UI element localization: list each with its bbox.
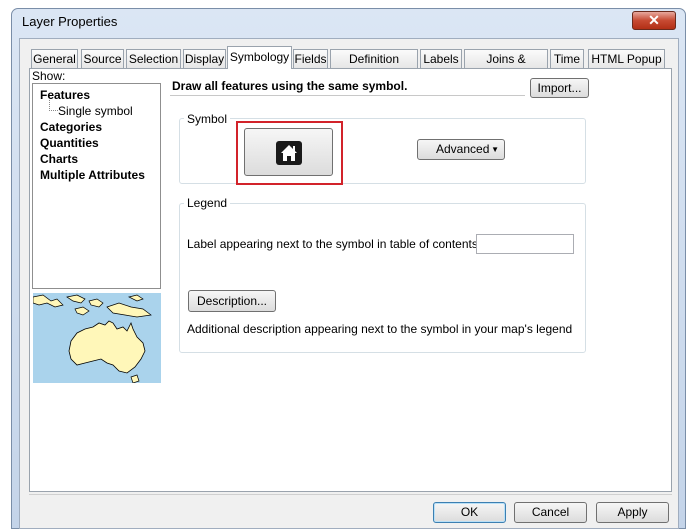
- tab-time[interactable]: Time: [550, 49, 584, 68]
- cancel-button[interactable]: Cancel: [514, 502, 587, 523]
- symbol-group-label: Symbol: [184, 112, 231, 126]
- ok-button[interactable]: OK: [433, 502, 506, 523]
- tab-source[interactable]: Source: [81, 49, 124, 68]
- house-symbol-icon: [276, 141, 302, 165]
- tab-html-popup[interactable]: HTML Popup: [588, 49, 665, 68]
- advanced-label: Advanced: [436, 142, 490, 156]
- legend-label-text: Label appearing next to the symbol in ta…: [187, 237, 482, 251]
- description-hint-text: Additional description appearing next to…: [187, 322, 573, 336]
- tab-display[interactable]: Display: [183, 49, 226, 68]
- show-tree[interactable]: Features Single symbol Categories Quanti…: [32, 83, 161, 289]
- description-button[interactable]: Description...: [188, 290, 276, 312]
- close-button[interactable]: ✕: [632, 11, 676, 30]
- map-preview-image: [33, 293, 161, 383]
- tree-item-features[interactable]: Features: [40, 88, 90, 102]
- tab-general[interactable]: General: [31, 49, 78, 68]
- legend-label-input[interactable]: [476, 234, 574, 254]
- tab-labels[interactable]: Labels: [420, 49, 462, 68]
- apply-button[interactable]: Apply: [596, 502, 669, 523]
- window-title: Layer Properties: [22, 14, 118, 29]
- tree-item-categories[interactable]: Categories: [40, 120, 102, 134]
- symbology-description: Draw all features using the same symbol.: [170, 77, 525, 96]
- tab-joins-relates[interactable]: Joins & Relates: [464, 49, 548, 84]
- legend-group-label: Legend: [184, 196, 231, 210]
- tree-connector: [49, 100, 58, 111]
- import-button[interactable]: Import...: [530, 78, 589, 98]
- show-label: Show:: [32, 69, 66, 83]
- footer-divider: [29, 494, 672, 495]
- map-preview-graphic: [33, 293, 161, 383]
- tab-selection[interactable]: Selection: [126, 49, 181, 68]
- tree-item-multiple-attributes[interactable]: Multiple Attributes: [40, 168, 145, 182]
- tree-item-quantities[interactable]: Quantities: [40, 136, 99, 150]
- symbol-button[interactable]: [244, 128, 333, 176]
- close-icon: ✕: [648, 12, 660, 28]
- advanced-dropdown-button[interactable]: Advanced ▼: [417, 139, 505, 160]
- tab-symbology[interactable]: Symbology: [227, 46, 292, 69]
- chevron-down-icon: ▼: [491, 145, 499, 154]
- tree-item-single-symbol[interactable]: Single symbol: [58, 104, 133, 118]
- tab-fields[interactable]: Fields: [293, 49, 328, 68]
- tab-definition-query[interactable]: Definition Query: [330, 49, 418, 84]
- tree-item-charts[interactable]: Charts: [40, 152, 78, 166]
